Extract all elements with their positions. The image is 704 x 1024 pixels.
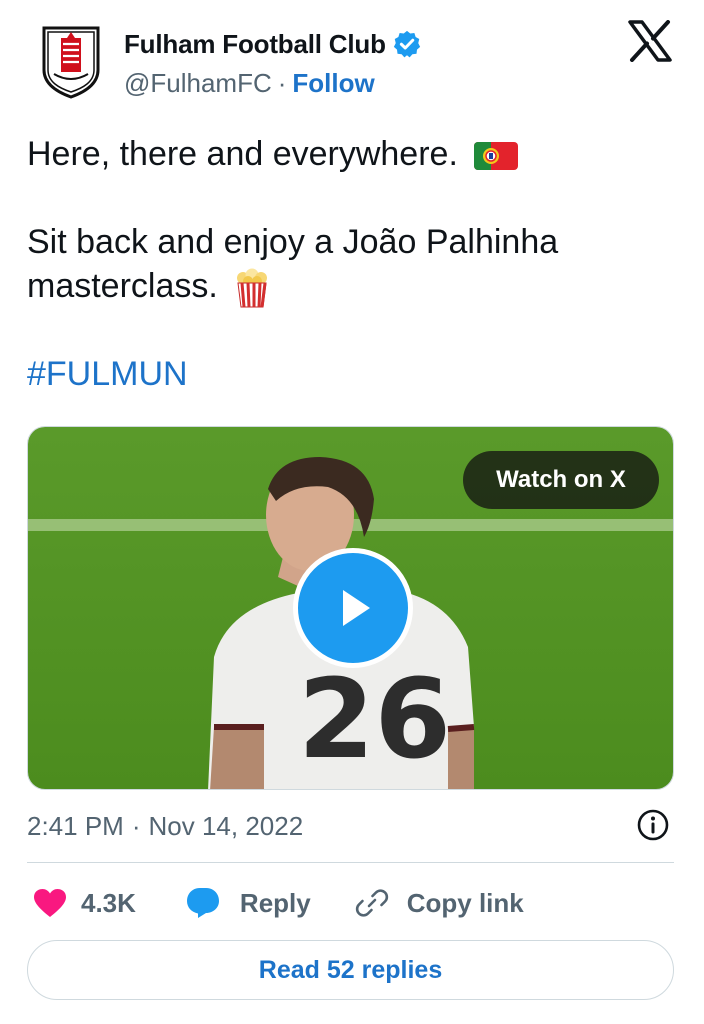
read-replies-button[interactable]: Read 52 replies (27, 940, 674, 1000)
like-count: 4.3K (81, 887, 136, 918)
copy-link-label: Copy link (406, 887, 524, 918)
hashtag-link[interactable]: #FULMUN (27, 355, 188, 393)
avatar[interactable] (40, 24, 102, 100)
follow-button[interactable]: Follow (292, 68, 374, 99)
tweet-line-2-text: Sit back and enjoy a João Palhinha maste… (27, 223, 559, 305)
separator: · (131, 810, 141, 841)
author-handle-row: @FulhamFC · Follow (124, 66, 375, 100)
reply-label: Reply (239, 887, 311, 918)
copy-link-button[interactable]: Copy link (355, 886, 524, 920)
info-icon[interactable] (636, 808, 670, 842)
author-name-row[interactable]: Fulham Football Club (124, 26, 422, 62)
reply-button[interactable]: Reply (186, 887, 311, 919)
reply-bubble-icon (186, 888, 219, 918)
tweet-line-1: Here, there and everywhere. (27, 132, 677, 176)
tweet-line-3: #FULMUN (27, 352, 677, 396)
verified-badge-icon (393, 30, 420, 58)
watch-on-x-button[interactable]: Watch on X (463, 451, 659, 509)
tweet-text: Here, there and everywhere. Sit back and… (27, 132, 677, 396)
portugal-flag-icon (474, 142, 519, 171)
fulham-crest-icon (42, 26, 100, 99)
like-button[interactable]: 4.3K (33, 888, 136, 919)
tweet-actions: 4.3K Reply Copy link (27, 880, 524, 926)
tweet-date: Nov 14, 2022 (148, 810, 304, 841)
tweet-line-2: Sit back and enjoy a João Palhinha maste… (27, 220, 677, 308)
tweet-embed-card: Fulham Football Club @FulhamFC · Follow … (0, 0, 704, 1024)
tweet-time: 2:41 PM (27, 810, 124, 841)
tweet-line-1-text: Here, there and everywhere. (27, 135, 458, 173)
author-display-name[interactable]: Fulham Football Club (124, 29, 386, 60)
divider (27, 862, 674, 863)
author-handle[interactable]: @FulhamFC (124, 68, 272, 99)
link-icon (355, 889, 388, 917)
jersey-number: 26 (298, 655, 451, 783)
video-player[interactable]: 26 Watch on X (27, 426, 674, 790)
x-logo-icon[interactable] (628, 20, 672, 62)
tweet-timestamp[interactable]: 2:41 PM · Nov 14, 2022 (27, 808, 303, 844)
play-icon (343, 590, 370, 626)
separator: · (277, 67, 287, 98)
popcorn-icon (237, 268, 268, 308)
play-button[interactable] (293, 548, 413, 668)
heart-icon (34, 889, 66, 917)
